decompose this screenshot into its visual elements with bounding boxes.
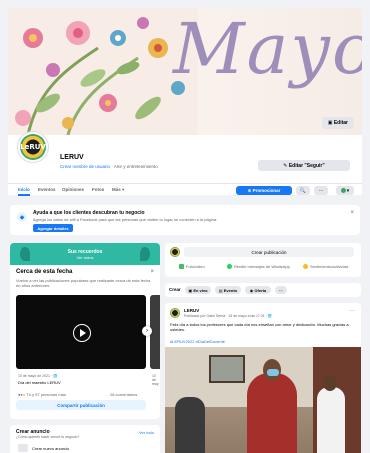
- edit-cover-button[interactable]: ▣ Editar: [321, 117, 354, 129]
- more-icon[interactable]: ···: [349, 308, 355, 314]
- tab-mas[interactable]: Más ▾: [112, 187, 124, 193]
- leruv-logo: LeRUV: [20, 134, 46, 160]
- create-post-input[interactable]: Crear publicación: [184, 247, 354, 257]
- photo-video-action[interactable]: Foto/video: [179, 264, 205, 269]
- whatsapp-action[interactable]: Recibir mensajes de WhatsApp: [227, 264, 290, 269]
- leaf-decoration: [140, 247, 150, 261]
- smiley-icon: [303, 264, 308, 269]
- more-options-button[interactable]: ···: [275, 286, 287, 294]
- cover-photo: Mayo ▣ Editar: [8, 8, 362, 135]
- event-button[interactable]: ▤ Evento: [215, 286, 241, 294]
- add-details-button[interactable]: Agregar detalles: [33, 224, 73, 232]
- create-options-bar: Crear ▣ En vivo ▤ Evento ◉ Oferta ···: [165, 283, 361, 297]
- business-discovery-card: ◆ Ayuda a que los clientes descubran tu …: [10, 205, 360, 235]
- post-text: Feliz día a todos los profesores que cad…: [170, 322, 349, 332]
- memory-date: 10 de mayo de 2021 · 🌐: [18, 374, 58, 378]
- avatar: [170, 247, 180, 257]
- memories-card: Sus recuerdos Ver todos Cerca de esta fe…: [10, 243, 160, 419]
- close-icon[interactable]: ×: [350, 210, 354, 216]
- close-icon[interactable]: ×: [150, 269, 154, 275]
- floral-illustration: [8, 8, 198, 135]
- new-ad-link[interactable]: Crear nuevo anuncio: [32, 446, 69, 451]
- page-subtitle: Crear nombre de usuario · Arte y entrete…: [60, 164, 158, 169]
- cover-title: Mayo: [173, 8, 362, 90]
- offer-button[interactable]: ◉ Oferta: [245, 286, 271, 294]
- create-ad-card: Crear anuncio ¿Cómo quieres hacer crecer…: [10, 425, 160, 453]
- memory-video[interactable]: [16, 295, 146, 369]
- tab-fotos[interactable]: Fotos: [92, 187, 104, 192]
- tab-eventos[interactable]: Eventos: [38, 187, 56, 192]
- feeling-action[interactable]: Sentimiento/actividad: [303, 264, 348, 269]
- post-composer: Crear publicación Foto/video Recibir men…: [165, 243, 361, 277]
- page-tabs: Inicio Eventos Opiniones Fotos Más ▾ ⊕ P…: [8, 183, 362, 196]
- edit-follow-button[interactable]: ✎ Editar "Seguir": [258, 160, 350, 171]
- page-title: LERUV: [60, 154, 84, 161]
- memories-description: Vuelve a ver las publicaciones populares…: [16, 278, 151, 288]
- reactions-count[interactable]: ●●● Tú y 57 personas más: [18, 392, 66, 397]
- leaf-decoration: [20, 247, 30, 261]
- post-photo[interactable]: [165, 347, 361, 453]
- avatar[interactable]: [170, 308, 180, 318]
- promote-button[interactable]: ⊕ Promocionar: [236, 186, 292, 195]
- shield-icon: ◆: [17, 212, 27, 222]
- post-author[interactable]: LERUV: [184, 308, 199, 313]
- share-post-button[interactable]: Compartir publicación: [16, 400, 146, 410]
- tab-inicio[interactable]: Inicio: [18, 187, 30, 192]
- memory-caption: Día del maestro LERUV: [18, 380, 61, 385]
- play-icon[interactable]: [73, 324, 91, 342]
- megaphone-icon: [18, 444, 28, 452]
- avatar-icon: [340, 188, 346, 193]
- chevron-right-icon[interactable]: ›: [142, 326, 152, 336]
- create-ad-subtitle: ¿Cómo quieres hacer crecer tu negocio?: [16, 435, 80, 439]
- see-all-link[interactable]: Ver todo: [139, 430, 154, 435]
- active-tab-indicator: [18, 194, 30, 196]
- post-meta: Publicado por Gabri Serna · 15 de mayo a…: [184, 314, 273, 318]
- profile-switch-button[interactable]: ▾: [336, 186, 354, 195]
- feed-post: LERUV Publicado por Gabri Serna · 15 de …: [165, 303, 361, 453]
- more-options-button[interactable]: ···: [314, 186, 328, 195]
- page-avatar[interactable]: LeRUV: [18, 132, 48, 162]
- tab-opiniones[interactable]: Opiniones: [62, 187, 84, 192]
- comments-count[interactable]: 28 comentarios: [110, 392, 137, 397]
- card-description: Agrega los datos de wifi a Facebook para…: [33, 217, 218, 222]
- facebook-page: Mayo ▣ Editar LeRUV LERUV Crear nombre d…: [0, 0, 370, 453]
- next-memory-date: 10 de may: [152, 374, 159, 386]
- photo-icon: [179, 264, 184, 269]
- search-icon[interactable]: 🔍: [296, 186, 310, 195]
- create-username-link[interactable]: Crear nombre de usuario: [60, 164, 110, 169]
- whatsapp-icon: [227, 264, 232, 269]
- create-label: Crear: [169, 287, 181, 292]
- post-hashtags[interactable]: #LERUV2022 #DíaDelDocente: [170, 339, 225, 344]
- memories-heading: Cerca de esta fecha: [16, 269, 73, 275]
- memories-banner[interactable]: Sus recuerdos Ver todos: [10, 243, 160, 265]
- see-all-link[interactable]: Ver todos: [77, 255, 94, 260]
- card-title: Ayuda a que los clientes descubran tu ne…: [33, 210, 145, 216]
- live-button[interactable]: ▣ En vivo: [185, 286, 211, 294]
- page-header: LeRUV LERUV Crear nombre de usuario · Ar…: [8, 132, 362, 183]
